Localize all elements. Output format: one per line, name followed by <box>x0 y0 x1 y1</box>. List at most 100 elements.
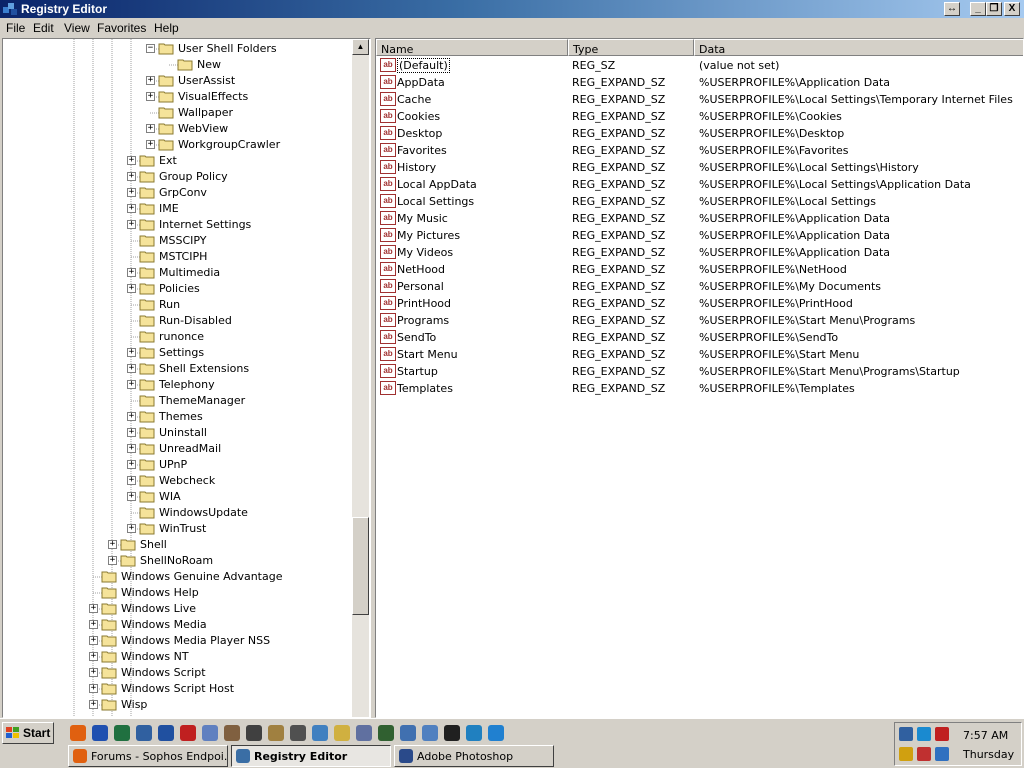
values-list-pane[interactable]: Name Type Data ab (Default) REG_SZ (value n… <box>375 38 1024 718</box>
expand-icon[interactable]: + <box>127 444 136 453</box>
expand-icon[interactable]: + <box>127 156 136 165</box>
expand-icon[interactable]: + <box>127 348 136 357</box>
tree-scrollbar[interactable]: ▲ <box>352 39 369 717</box>
taskbar-button[interactable]: Adobe Photoshop <box>394 745 554 767</box>
list-item[interactable]: ab Local Settings REG_EXPAND_SZ %USERPROFIL… <box>378 193 1018 210</box>
chart-icon[interactable] <box>400 725 416 741</box>
expand-icon[interactable]: + <box>108 540 117 549</box>
list-item[interactable]: ab AppData REG_EXPAND_SZ %USERPROFILE%\Appl… <box>378 74 1018 91</box>
column-header-type[interactable]: Type <box>568 39 694 56</box>
word-icon[interactable] <box>158 725 174 741</box>
expand-icon[interactable]: + <box>127 284 136 293</box>
expand-icon[interactable]: + <box>127 492 136 501</box>
taskbar-button[interactable]: Registry Editor <box>231 745 391 767</box>
expand-icon[interactable]: + <box>89 652 98 661</box>
expand-icon[interactable]: + <box>127 172 136 181</box>
list-item[interactable]: ab Local AppData REG_EXPAND_SZ %USERPROFILE… <box>378 176 1018 193</box>
taskbar-button[interactable]: Forums - Sophos Endpoi... <box>68 745 228 767</box>
ie-icon[interactable] <box>488 725 504 741</box>
scroll-thumb[interactable] <box>352 517 369 615</box>
expand-icon[interactable]: + <box>127 204 136 213</box>
shield-tray-icon[interactable] <box>935 727 949 741</box>
expand-icon[interactable]: + <box>127 460 136 469</box>
list-item[interactable]: ab My Videos REG_EXPAND_SZ %USERPROFILE%\Ap… <box>378 244 1018 261</box>
list-item[interactable]: ab History REG_EXPAND_SZ %USERPROFILE%\Loca… <box>378 159 1018 176</box>
network-icon[interactable] <box>356 725 372 741</box>
expand-icon[interactable]: + <box>127 524 136 533</box>
disconnected-icon[interactable] <box>917 747 931 761</box>
list-item[interactable]: ab Startup REG_EXPAND_SZ %USERPROFILE%\Star… <box>378 363 1018 380</box>
globe-icon[interactable] <box>136 725 152 741</box>
photo-icon[interactable] <box>268 725 284 741</box>
expand-icon[interactable]: + <box>127 476 136 485</box>
minimize-button[interactable]: _ <box>970 2 986 16</box>
expand-icon[interactable]: + <box>89 620 98 629</box>
list-item[interactable]: ab NetHood REG_EXPAND_SZ %USERPROFILE%\NetH… <box>378 261 1018 278</box>
clock-time[interactable]: 7:57 AM <box>963 729 1008 742</box>
menu-help[interactable]: Help <box>154 21 179 35</box>
sync-icon[interactable] <box>935 747 949 761</box>
start-button[interactable]: Start <box>2 722 54 744</box>
list-item[interactable]: ab (Default) REG_SZ (value not set) <box>378 57 1018 74</box>
arrows-icon[interactable] <box>246 725 262 741</box>
excel-icon[interactable] <box>114 725 130 741</box>
c-icon[interactable] <box>466 725 482 741</box>
pdf-icon[interactable] <box>180 725 196 741</box>
folder-icon[interactable] <box>334 725 350 741</box>
firefox-icon[interactable] <box>70 725 86 741</box>
list-item[interactable]: ab Programs REG_EXPAND_SZ %USERPROFILE%\Sta… <box>378 312 1018 329</box>
expand-icon[interactable]: + <box>89 636 98 645</box>
list-item[interactable]: ab My Music REG_EXPAND_SZ %USERPROFILE%\App… <box>378 210 1018 227</box>
notepad-icon[interactable] <box>202 725 218 741</box>
app-blue-icon[interactable] <box>92 725 108 741</box>
menu-edit[interactable]: Edit <box>33 21 54 35</box>
expand-icon[interactable]: + <box>127 268 136 277</box>
expand-icon[interactable]: + <box>146 140 155 149</box>
list-item[interactable]: ab Cache REG_EXPAND_SZ %USERPROFILE%\Local … <box>378 91 1018 108</box>
warning-tray-icon[interactable] <box>899 747 913 761</box>
expand-icon[interactable]: + <box>146 76 155 85</box>
list-item[interactable]: ab Desktop REG_EXPAND_SZ %USERPROFILE%\Desk… <box>378 125 1018 142</box>
list-item[interactable]: ab SendTo REG_EXPAND_SZ %USERPROFILE%\SendT… <box>378 329 1018 346</box>
cd-icon[interactable] <box>422 725 438 741</box>
lock-icon[interactable] <box>290 725 306 741</box>
expand-icon[interactable]: + <box>127 412 136 421</box>
menu-favorites[interactable]: Favorites <box>97 21 146 35</box>
list-item[interactable]: ab Personal REG_EXPAND_SZ %USERPROFILE%\My … <box>378 278 1018 295</box>
expand-icon[interactable]: + <box>127 364 136 373</box>
expand-icon[interactable]: + <box>127 380 136 389</box>
person-icon[interactable] <box>312 725 328 741</box>
list-item[interactable]: ab Start Menu REG_EXPAND_SZ %USERPROFILE%\S… <box>378 346 1018 363</box>
network-tray-icon[interactable] <box>899 727 913 741</box>
expand-icon[interactable]: + <box>127 188 136 197</box>
close-button[interactable]: X <box>1004 2 1020 16</box>
menu-file[interactable]: File <box>6 21 25 35</box>
expand-icon[interactable]: + <box>89 684 98 693</box>
column-header-name[interactable]: Name <box>376 39 568 56</box>
teamviewer-icon[interactable] <box>917 727 931 741</box>
tools-icon[interactable] <box>224 725 240 741</box>
x-icon[interactable] <box>444 725 460 741</box>
menu-view[interactable]: View <box>64 21 90 35</box>
expand-icon[interactable]: + <box>146 124 155 133</box>
expand-icon[interactable]: + <box>146 92 155 101</box>
list-item[interactable]: ab Templates REG_EXPAND_SZ %USERPROFILE%\Te… <box>378 380 1018 397</box>
list-item[interactable]: ab Cookies REG_EXPAND_SZ %USERPROFILE%\Cook… <box>378 108 1018 125</box>
expand-icon[interactable]: + <box>127 220 136 229</box>
terminal-icon[interactable] <box>378 725 394 741</box>
registry-tree-pane[interactable]: − User Shell Folders New + UserAssist + Visual… <box>2 38 371 718</box>
expand-icon[interactable]: + <box>108 556 117 565</box>
menu-bar: File Edit View Favorites Help <box>0 19 1024 37</box>
expand-icon[interactable]: + <box>89 700 98 709</box>
column-header-data[interactable]: Data <box>694 39 1023 56</box>
collapse-icon[interactable]: − <box>146 44 155 53</box>
expand-icon[interactable]: + <box>127 428 136 437</box>
list-item[interactable]: ab Favorites REG_EXPAND_SZ %USERPROFILE%\Fa… <box>378 142 1018 159</box>
scroll-up-button[interactable]: ▲ <box>352 39 369 55</box>
list-item[interactable]: ab PrintHood REG_EXPAND_SZ %USERPROFILE%\Pr… <box>378 295 1018 312</box>
restore-size-button[interactable]: ↔ <box>944 2 960 16</box>
maximize-button[interactable]: ❐ <box>986 2 1002 16</box>
expand-icon[interactable]: + <box>89 604 98 613</box>
list-item[interactable]: ab My Pictures REG_EXPAND_SZ %USERPROFILE%\… <box>378 227 1018 244</box>
expand-icon[interactable]: + <box>89 668 98 677</box>
